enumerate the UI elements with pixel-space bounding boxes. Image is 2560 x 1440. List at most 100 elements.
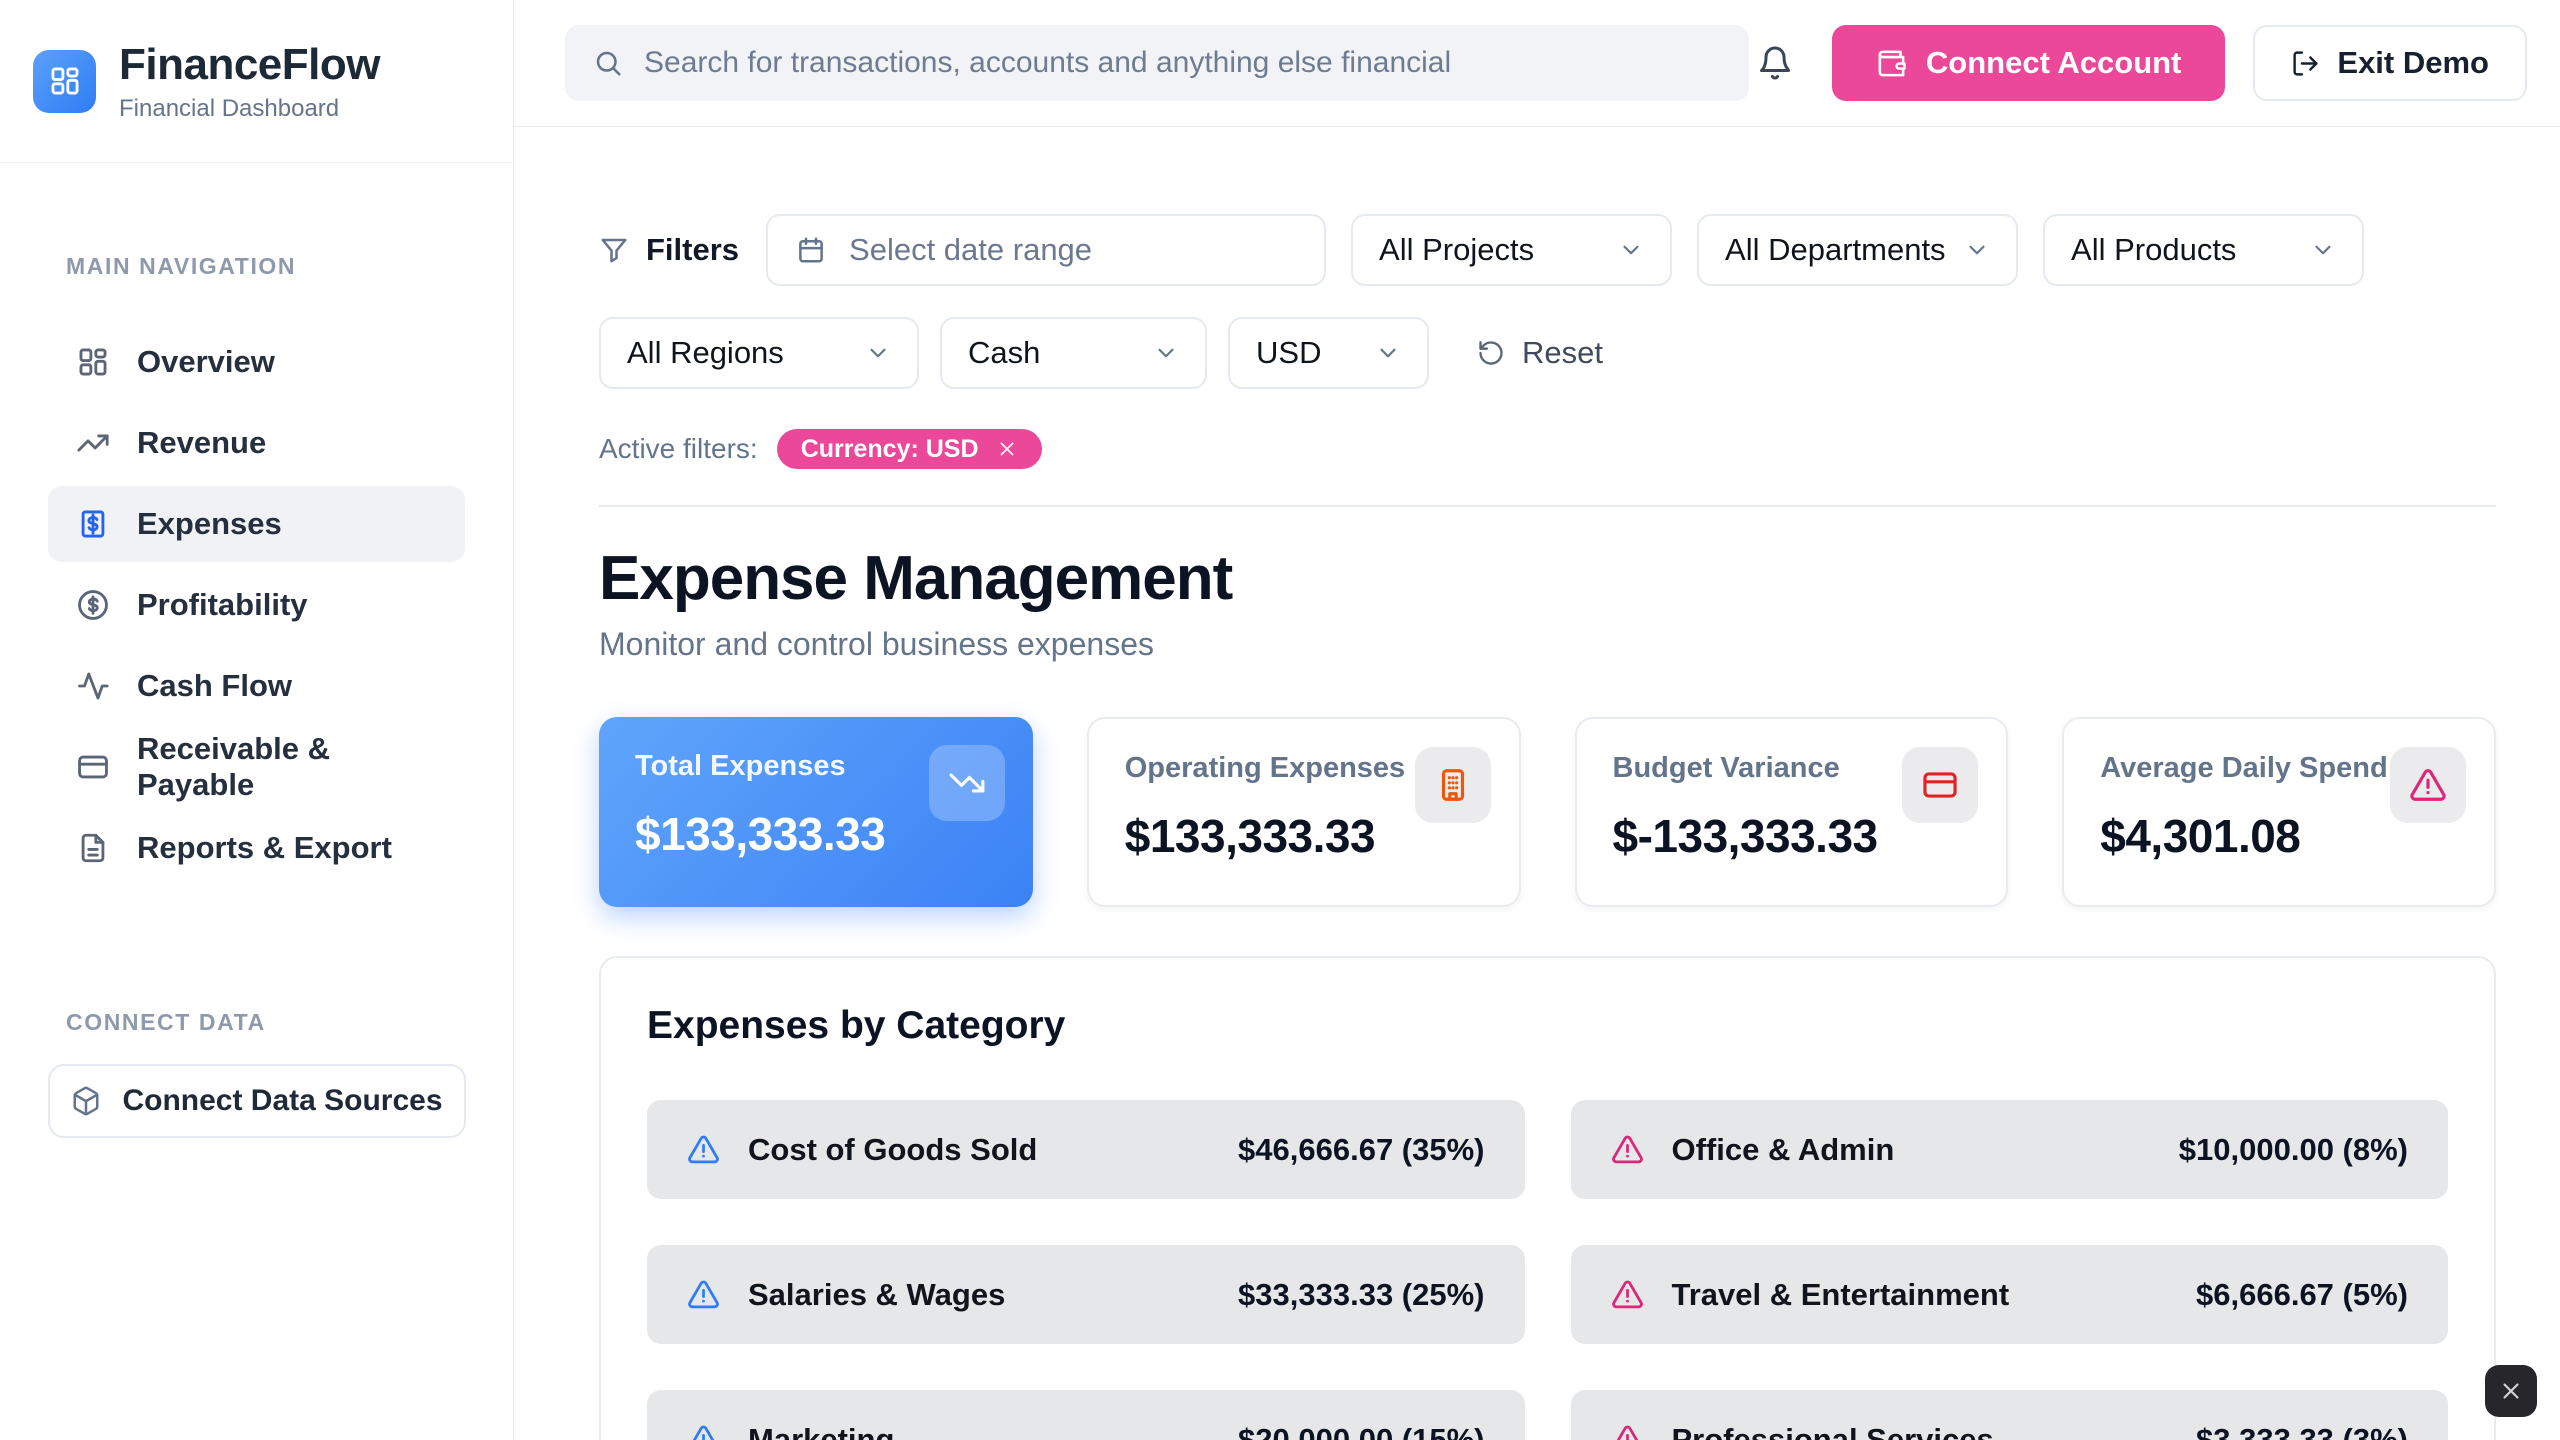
logout-icon	[2291, 49, 2320, 78]
sidebar-item-receivable-payable[interactable]: Receivable & Payable	[48, 729, 465, 805]
alert-triangle-icon	[2409, 766, 2447, 804]
file-text-icon	[76, 831, 110, 865]
category-name: Travel & Entertainment	[1672, 1277, 2169, 1313]
date-range-input[interactable]: Select date range	[766, 214, 1326, 286]
close-icon[interactable]	[996, 438, 1018, 460]
date-range-placeholder: Select date range	[849, 232, 1092, 268]
stat-card: Budget Variance $-133,333.33	[1575, 717, 2009, 907]
projects-dropdown[interactable]: All Projects	[1351, 214, 1672, 286]
rotate-ccw-icon	[1477, 339, 1505, 367]
notifications-button[interactable]	[1757, 45, 1793, 81]
active-filters-label: Active filters:	[599, 433, 758, 465]
category-row: Travel & Entertainment $6,666.67 (5%)	[1571, 1245, 2449, 1344]
sidebar-item-label: Expenses	[137, 506, 282, 542]
regions-dropdown[interactable]: All Regions	[599, 317, 919, 389]
filters-label: Filters	[599, 232, 739, 268]
chevron-down-icon	[1153, 340, 1179, 366]
funnel-icon	[599, 235, 629, 265]
expenses-by-category-panel: Expenses by Category Cost of Goods Sold …	[599, 956, 2496, 1440]
alert-triangle-icon	[687, 1133, 720, 1166]
currency-dropdown[interactable]: USD	[1228, 317, 1429, 389]
sidebar-item-cash-flow[interactable]: Cash Flow	[48, 648, 465, 724]
category-name: Cost of Goods Sold	[748, 1132, 1210, 1168]
departments-dropdown-value: All Departments	[1725, 232, 1946, 268]
sidebar-item-revenue[interactable]: Revenue	[48, 405, 465, 481]
alert-triangle-icon	[687, 1423, 720, 1440]
filters-row-1: Filters Select date range All Projects A…	[599, 214, 2496, 286]
app-logo: FinanceFlow Financial Dashboard	[0, 0, 513, 163]
alert-triangle-icon	[1611, 1133, 1644, 1166]
alert-triangle-icon	[687, 1278, 720, 1311]
projects-dropdown-value: All Projects	[1379, 232, 1534, 268]
category-row: Professional Services $3,333.33 (3%)	[1571, 1390, 2449, 1440]
reset-label: Reset	[1522, 335, 1603, 371]
close-widget-button[interactable]	[2485, 1365, 2537, 1417]
stat-card: Average Daily Spend $4,301.08	[2062, 717, 2496, 907]
category-value: $3,333.33 (3%)	[2196, 1422, 2408, 1440]
stat-card: Total Expenses $133,333.33	[599, 717, 1033, 907]
stat-icon-chip	[1415, 747, 1491, 823]
app-logo-icon	[33, 50, 96, 113]
category-row: Marketing $20,000.00 (15%)	[647, 1390, 1525, 1440]
sidebar-item-expenses[interactable]: Expenses	[48, 486, 465, 562]
dollar-circle-icon	[76, 588, 110, 622]
activity-icon	[76, 669, 110, 703]
dashboard-icon	[76, 345, 110, 379]
credit-card-icon	[76, 750, 110, 784]
nav-section-header: MAIN NAVIGATION	[66, 253, 513, 280]
category-value: $10,000.00 (8%)	[2179, 1132, 2408, 1168]
connect-data-sources-button[interactable]: Connect Data Sources	[48, 1064, 466, 1138]
sidebar-item-label: Reports & Export	[137, 830, 392, 866]
departments-dropdown[interactable]: All Departments	[1697, 214, 2018, 286]
reset-filters-button[interactable]: Reset	[1477, 335, 1603, 371]
filters-title: Filters	[646, 232, 739, 268]
category-name: Marketing	[748, 1422, 1210, 1440]
page-title: Expense Management	[599, 543, 2496, 614]
products-dropdown[interactable]: All Products	[2043, 214, 2364, 286]
chevron-down-icon	[865, 340, 891, 366]
products-dropdown-value: All Products	[2071, 232, 2236, 268]
alert-triangle-icon	[1611, 1423, 1644, 1440]
nav-list: Overview Revenue Expenses Profitability …	[48, 324, 465, 886]
category-value: $6,666.67 (5%)	[2196, 1277, 2408, 1313]
regions-dropdown-value: All Regions	[627, 335, 784, 371]
category-value: $20,000.00 (15%)	[1238, 1422, 1484, 1440]
connect-account-button[interactable]: Connect Account	[1832, 25, 2225, 101]
category-name: Salaries & Wages	[748, 1277, 1210, 1313]
close-icon	[2498, 1378, 2524, 1404]
category-value: $33,333.33 (25%)	[1238, 1277, 1484, 1313]
sidebar-item-label: Overview	[137, 344, 275, 380]
connect-data-header: CONNECT DATA	[66, 1009, 513, 1036]
active-filters-row: Active filters: Currency: USD	[599, 429, 2496, 469]
sidebar-item-reports-export[interactable]: Reports & Export	[48, 810, 465, 886]
category-row: Office & Admin $10,000.00 (8%)	[1571, 1100, 2449, 1199]
trending-down-icon	[948, 764, 986, 802]
payment-method-dropdown-value: Cash	[968, 335, 1040, 371]
chevron-down-icon	[1375, 340, 1401, 366]
category-name: Office & Admin	[1672, 1132, 2151, 1168]
sidebar-item-label: Profitability	[137, 587, 308, 623]
search-input[interactable]	[644, 46, 1721, 80]
currency-dropdown-value: USD	[1256, 335, 1321, 371]
calendar-icon	[796, 235, 826, 265]
sidebar-item-label: Cash Flow	[137, 668, 292, 704]
package-icon	[71, 1086, 101, 1116]
sidebar-item-profitability[interactable]: Profitability	[48, 567, 465, 643]
payment-method-dropdown[interactable]: Cash	[940, 317, 1207, 389]
exit-demo-button[interactable]: Exit Demo	[2253, 25, 2527, 101]
stat-card: Operating Expenses $133,333.33	[1087, 717, 1521, 907]
connect-data-sources-label: Connect Data Sources	[122, 1084, 442, 1118]
sidebar-item-overview[interactable]: Overview	[48, 324, 465, 400]
exit-demo-label: Exit Demo	[2337, 45, 2489, 81]
active-filter-chip[interactable]: Currency: USD	[777, 429, 1042, 469]
sidebar-item-label: Revenue	[137, 425, 266, 461]
category-name: Professional Services	[1672, 1422, 2169, 1440]
chevron-down-icon	[1964, 237, 1990, 263]
page-subtitle: Monitor and control business expenses	[599, 626, 2496, 663]
sidebar-item-label: Receivable & Payable	[137, 731, 437, 803]
topbar: Connect Account Exit Demo	[514, 0, 2560, 127]
category-list: Cost of Goods Sold $46,666.67 (35%) Offi…	[647, 1100, 2448, 1440]
search-icon	[593, 48, 623, 78]
panel-title: Expenses by Category	[647, 1004, 2448, 1048]
filters-row-2: All Regions Cash USD Reset	[599, 317, 2496, 389]
